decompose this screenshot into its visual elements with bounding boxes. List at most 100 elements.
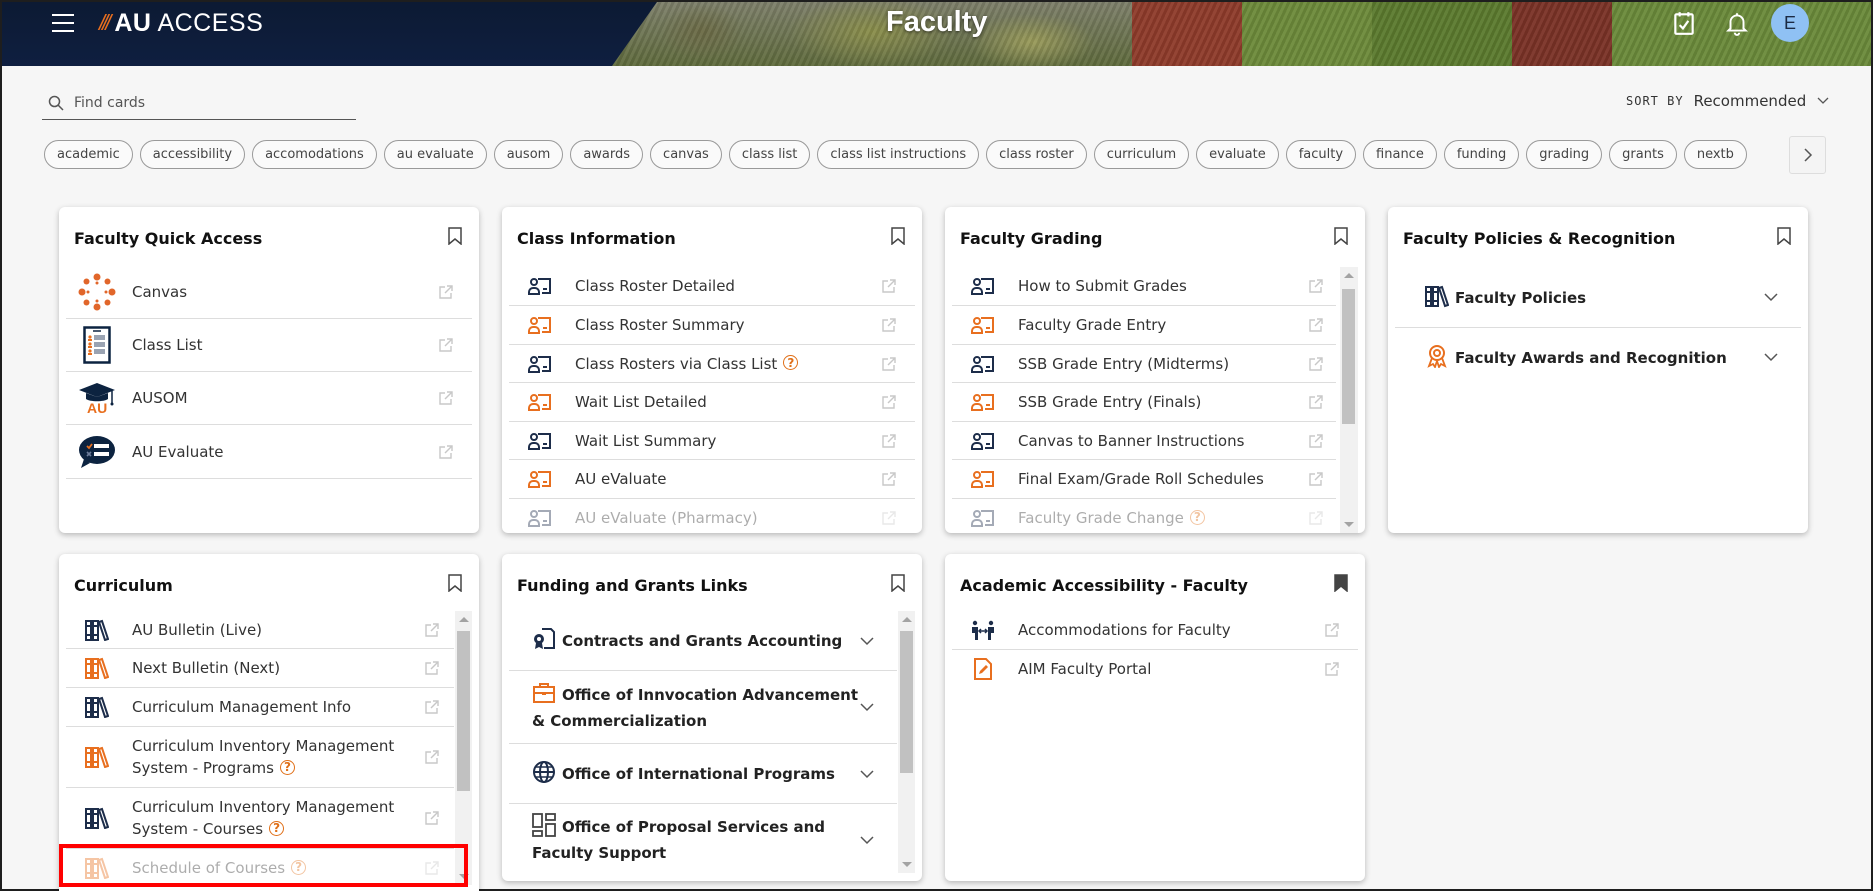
link-class-roster-detailed[interactable]: Class Roster Detailed [509, 267, 915, 306]
tag-chip[interactable]: accessibility [139, 140, 246, 169]
scroll-up-arrow[interactable] [459, 617, 469, 622]
tag-chip[interactable]: finance [1363, 140, 1437, 169]
external-link-icon[interactable] [422, 699, 442, 715]
link-cims-programs[interactable]: Curriculum Inventory Management System -… [66, 727, 454, 788]
chevron-down-icon[interactable] [1763, 292, 1779, 302]
tag-chip[interactable]: grants [1609, 140, 1677, 169]
link-class-rosters-via-class-list[interactable]: Class Rosters via Class List? [509, 345, 915, 383]
bookmark-icon[interactable] [891, 227, 905, 245]
scroll-up-arrow[interactable] [902, 617, 912, 622]
external-link-icon[interactable] [436, 444, 456, 460]
bell-icon[interactable] [1724, 10, 1750, 36]
bookmark-icon[interactable] [448, 574, 462, 592]
au-access-logo[interactable]: /// AU ACCESS [99, 8, 263, 38]
tag-chip[interactable]: academic [44, 140, 133, 169]
tag-chip[interactable]: funding [1443, 140, 1520, 169]
external-link-icon[interactable] [1322, 622, 1342, 638]
tag-chip[interactable]: faculty [1285, 140, 1357, 169]
tag-chip[interactable]: class list [728, 140, 811, 169]
external-link-icon[interactable] [879, 471, 899, 487]
accordion-international-programs[interactable]: Office of International Programs [509, 744, 897, 804]
external-link-icon[interactable] [422, 622, 442, 638]
bookmark-icon[interactable] [1334, 227, 1348, 245]
link-faculty-grade-change[interactable]: Faculty Grade Change? [952, 499, 1336, 533]
external-link-icon[interactable] [1306, 433, 1326, 449]
accordion-proposal-services[interactable]: Office of Proposal Services and Faculty … [509, 804, 897, 873]
link-curriculum-management-info[interactable]: Curriculum Management Info [66, 688, 454, 727]
link-class-roster-summary[interactable]: Class Roster Summary [509, 306, 915, 345]
external-link-icon[interactable] [436, 390, 456, 406]
external-link-icon[interactable] [879, 317, 899, 333]
bookmark-icon[interactable] [1777, 227, 1791, 245]
scrollbar-thumb[interactable] [457, 631, 470, 791]
link-class-list[interactable]: Class List [66, 319, 472, 372]
link-ausom[interactable]: AU AUSOM [66, 372, 472, 425]
tags-scroll-right-button[interactable] [1789, 136, 1826, 174]
help-icon[interactable]: ? [783, 355, 799, 370]
card-scrollbar[interactable] [1340, 267, 1358, 533]
sort-dropdown[interactable]: Recommended [1694, 92, 1807, 110]
help-icon[interactable]: ? [1189, 509, 1205, 525]
accordion-contracts-grants[interactable]: Contracts and Grants Accounting [509, 611, 897, 671]
tag-chip[interactable]: evaluate [1196, 140, 1279, 169]
link-ssb-grade-entry-finals[interactable]: SSB Grade Entry (Finals) [952, 383, 1336, 422]
find-cards-search[interactable] [42, 86, 356, 120]
link-au-bulletin-live[interactable]: AU Bulletin (Live) [66, 611, 454, 649]
chevron-down-icon[interactable] [859, 769, 875, 779]
link-wait-list-detailed[interactable]: Wait List Detailed [509, 383, 915, 422]
menu-icon[interactable] [52, 14, 74, 32]
chevron-down-icon[interactable] [859, 702, 875, 712]
external-link-icon[interactable] [879, 394, 899, 410]
help-icon[interactable]: ? [269, 820, 285, 836]
link-ssb-grade-entry-midterms[interactable]: SSB Grade Entry (Midterms) [952, 345, 1336, 383]
external-link-icon[interactable] [1306, 471, 1326, 487]
link-canvas-to-banner-instructions[interactable]: Canvas to Banner Instructions [952, 422, 1336, 460]
link-cims-courses[interactable]: Curriculum Inventory Management System -… [66, 788, 454, 849]
card-scrollbar[interactable] [898, 611, 915, 873]
external-link-icon[interactable] [1306, 317, 1326, 333]
link-au-evaluate[interactable]: AU eValuate [509, 460, 915, 499]
bookmark-icon[interactable] [448, 227, 462, 245]
tag-chip[interactable]: class list instructions [817, 140, 980, 169]
link-how-to-submit-grades[interactable]: How to Submit Grades [952, 267, 1336, 306]
chevron-down-icon[interactable] [859, 636, 875, 646]
scroll-down-arrow[interactable] [1344, 522, 1354, 527]
external-link-icon[interactable] [1306, 394, 1326, 410]
tag-chip[interactable]: accomodations [252, 140, 377, 169]
link-au-evaluate[interactable]: AU Evaluate [66, 425, 472, 479]
external-link-icon[interactable] [1306, 278, 1326, 294]
external-link-icon[interactable] [879, 510, 899, 526]
chevron-down-icon[interactable] [1816, 96, 1830, 106]
scroll-down-arrow[interactable] [902, 862, 912, 867]
link-wait-list-summary[interactable]: Wait List Summary [509, 422, 915, 460]
external-link-icon[interactable] [879, 433, 899, 449]
external-link-icon[interactable] [422, 660, 442, 676]
link-au-evaluate-pharmacy[interactable]: AU eValuate (Pharmacy) [509, 499, 915, 533]
chevron-down-icon[interactable] [859, 835, 875, 845]
external-link-icon[interactable] [422, 810, 442, 826]
scrollbar-thumb[interactable] [900, 631, 913, 773]
external-link-icon[interactable] [1306, 510, 1326, 526]
help-icon[interactable]: ? [291, 859, 307, 875]
scrollbar-thumb[interactable] [1342, 289, 1355, 424]
external-link-icon[interactable] [436, 337, 456, 353]
external-link-icon[interactable] [1306, 356, 1326, 372]
external-link-icon[interactable] [436, 284, 456, 300]
user-avatar[interactable]: E [1771, 4, 1809, 42]
bookmark-filled-icon[interactable] [1334, 574, 1348, 592]
link-canvas[interactable]: Canvas [66, 265, 472, 319]
help-icon[interactable]: ? [280, 759, 295, 775]
link-next-bulletin[interactable]: Next Bulletin (Next) [66, 649, 454, 688]
external-link-icon[interactable] [422, 749, 442, 765]
link-accommodations-for-faculty[interactable]: Accommodations for Faculty [952, 611, 1358, 650]
link-aim-faculty-portal[interactable]: AIM Faculty Portal [952, 650, 1358, 688]
search-input[interactable] [74, 94, 334, 111]
accordion-innovation-advancement[interactable]: Office of Innvocation Advancement & Comm… [509, 671, 897, 744]
accordion-faculty-awards[interactable]: Faculty Awards and Recognition [1395, 328, 1801, 386]
external-link-icon[interactable] [879, 356, 899, 372]
tag-chip[interactable]: awards [570, 140, 644, 169]
scroll-down-arrow[interactable] [459, 874, 469, 879]
chevron-down-icon[interactable] [1763, 352, 1779, 362]
link-final-exam-grade-roll-schedules[interactable]: Final Exam/Grade Roll Schedules [952, 460, 1336, 499]
tag-chip[interactable]: curriculum [1093, 140, 1190, 169]
